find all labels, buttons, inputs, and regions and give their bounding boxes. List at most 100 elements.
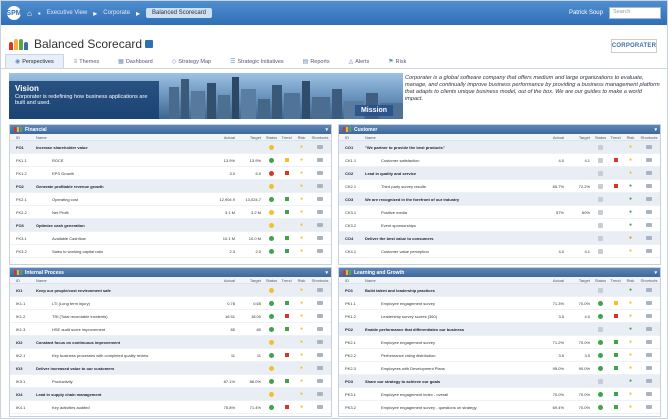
tab-alerts[interactable]: ◬ Alerts [340,55,379,68]
comment-shortcut-icon[interactable] [646,314,652,318]
row-name[interactable]: Enable performance that differentiates o… [361,327,541,332]
comment-shortcut-icon[interactable] [646,236,652,240]
comment-shortcut-icon[interactable] [317,353,323,357]
comment-shortcut-icon[interactable] [646,366,652,370]
comment-shortcut-icon[interactable] [317,392,323,396]
row-name[interactable]: Employees with Development Plans [361,366,541,371]
row-name[interactable]: EPS Growth [32,171,212,176]
comment-shortcut-icon[interactable] [646,379,652,383]
comment-shortcut-icon[interactable] [646,158,652,162]
comment-shortcut-icon[interactable] [317,236,323,240]
row-name[interactable]: Keep our people/cost environment safe [32,288,212,293]
tab-reports[interactable]: ▤ Reports [294,55,339,68]
collapse-icon[interactable]: ▾ [654,270,657,276]
comment-shortcut-icon[interactable] [646,184,652,188]
search-input[interactable]: Search [609,7,661,19]
row-name[interactable]: Employee engagement survey [361,340,541,345]
row-name[interactable]: Third party survey results [361,184,541,189]
row-name[interactable]: Lead in supply chain management [32,392,212,397]
collapse-icon[interactable]: ▾ [325,270,328,276]
row-name[interactable]: Productivity [32,379,212,384]
kpi-row[interactable]: PK1.2 Leadership survey scores (360) 3.5 4.… [339,310,660,323]
row-name[interactable]: We are recognized in the forefront of ou… [361,197,541,202]
objective-row[interactable]: CO4 Deliver the best value to consumers ● [339,232,660,245]
kpi-row[interactable]: CK3.1 Positive media 57% 60% ● [339,206,660,219]
row-name[interactable]: Customer satisfaction [361,158,541,163]
breadcrumb-2[interactable]: Corporate [103,10,130,16]
row-name[interactable]: Leadership survey scores (360) [361,314,541,319]
kpi-row[interactable]: IK1.3 HSE audit score improvement 85 80 ● [10,323,331,336]
row-name[interactable]: Deliver the best value to consumers [361,236,541,241]
comment-shortcut-icon[interactable] [317,223,323,227]
comment-shortcut-icon[interactable] [646,288,652,292]
row-name[interactable]: Employee engagement survey [361,301,541,306]
kpi-row[interactable]: IK4.1 Key activities audited 75.8% 71.4% ● [10,401,331,414]
collapse-icon[interactable]: ▾ [325,127,328,133]
row-name[interactable]: Positive media [361,210,541,215]
row-name[interactable]: Performance rating distribution [361,353,541,358]
comment-shortcut-icon[interactable] [646,197,652,201]
row-name[interactable]: Event sponsorships [361,223,541,228]
row-name[interactable]: Employee engagement index - overall [361,392,541,397]
comment-shortcut-icon[interactable] [317,171,323,175]
row-name[interactable]: Deliver increased value to our customers [32,366,212,371]
kpi-row[interactable]: IK3.1 Productivity 87.1% 86.0% ● [10,375,331,388]
objective-row[interactable]: FO2 Generate profitable revenue growth ● [10,180,331,193]
kpi-row[interactable]: CK2.1 Third party survey results 65.7% 72.2… [339,180,660,193]
comment-shortcut-icon[interactable] [317,405,323,409]
kpi-row[interactable]: FK3.1 Available Cashflow 10.1 M 10.0 M ● [10,232,331,245]
row-name[interactable]: Share our strategy to achieve our goals [361,379,541,384]
row-name[interactable]: Key activities audited [32,405,212,410]
objective-row[interactable]: CO3 We are recognized in the forefront of… [339,193,660,206]
objective-row[interactable]: PO3 Share our strategy to achieve our goa… [339,375,660,388]
row-name[interactable]: Customer value perception [361,249,541,254]
comment-shortcut-icon[interactable] [646,301,652,305]
kpi-row[interactable]: CK1.1 Customer satisfaction 4.0 4.1 ● [339,154,660,167]
breadcrumb-3[interactable]: Balanced Scorecard [145,8,213,18]
kpi-row[interactable]: CK4.1 Customer value perception 4.0 4.1 ● [339,245,660,258]
row-name[interactable]: Net Profit [32,210,212,215]
comment-shortcut-icon[interactable] [646,171,652,175]
row-name[interactable]: Employee engagement survey - questions o… [361,405,541,410]
row-name[interactable]: Increase shareholder value [32,145,212,150]
kpi-row[interactable]: IK1.2 TRI (Total recordable incidents) 16.… [10,310,331,323]
comment-shortcut-icon[interactable] [317,301,323,305]
objective-row[interactable]: IO2 Constant focus on continuous improvem… [10,336,331,349]
comment-shortcut-icon[interactable] [646,210,652,214]
user-name[interactable]: Patrick Soup [569,10,603,16]
comment-shortcut-icon[interactable] [646,327,652,331]
kpi-row[interactable]: CK3.2 Event sponsorships ● [339,219,660,232]
kpi-row[interactable]: PK2.3 Employees with Development Plans 95.… [339,362,660,375]
kpi-row[interactable]: FK1.2 EPS Growth 3.0 6.0 ● [10,167,331,180]
breadcrumb-1[interactable]: Executive View [47,10,88,16]
tab-perspectives[interactable]: ◉ Perspectives [5,54,64,68]
collapse-icon[interactable]: ▾ [654,127,657,133]
comment-shortcut-icon[interactable] [317,379,323,383]
row-name[interactable]: ROCE [32,158,212,163]
home-icon[interactable]: ⌂ [27,9,32,18]
kpi-row[interactable]: FK2.1 Operating cost 12,904.9 13,024.7 ● [10,193,331,206]
kpi-row[interactable]: FK3.2 Sales to working capital ratio 2.3 2.… [10,245,331,258]
objective-row[interactable]: FO1 Increase shareholder value ● [10,141,331,154]
comment-shortcut-icon[interactable] [646,405,652,409]
row-name[interactable]: Available Cashflow [32,236,212,241]
row-name[interactable]: Lead in quality and service [361,171,541,176]
comment-shortcut-icon[interactable] [317,197,323,201]
kpi-row[interactable]: IK2.1 Key business processes with complet… [10,349,331,362]
row-name[interactable]: Key business processes with completed qu… [32,353,212,358]
row-name[interactable]: "We partner to provide the best products… [361,145,541,150]
kpi-row[interactable]: PK1.1 Employee engagement survey 71.3% 70.0… [339,297,660,310]
tab-risk[interactable]: ⚑ Risk [379,55,415,68]
objective-row[interactable]: IO4 Lead in supply chain management ● [10,388,331,401]
row-name[interactable]: Build talent and leadership practices [361,288,541,293]
row-name[interactable]: Operating cost [32,197,212,202]
comment-shortcut-icon[interactable] [646,340,652,344]
row-name[interactable]: LTI (Long term injury) [32,301,212,306]
objective-row[interactable]: IO1 Keep our people/cost environment safe… [10,284,331,297]
comment-shortcut-icon[interactable] [317,314,323,318]
kpi-row[interactable]: FK1.1 ROCE 13.9% 13.9% ● [10,154,331,167]
comment-shortcut-icon[interactable] [646,392,652,396]
comment-shortcut-icon[interactable] [317,184,323,188]
kpi-row[interactable]: PK2.1 Employee engagement survey 71.2% 70.0… [339,336,660,349]
comment-shortcut-icon[interactable] [317,158,323,162]
